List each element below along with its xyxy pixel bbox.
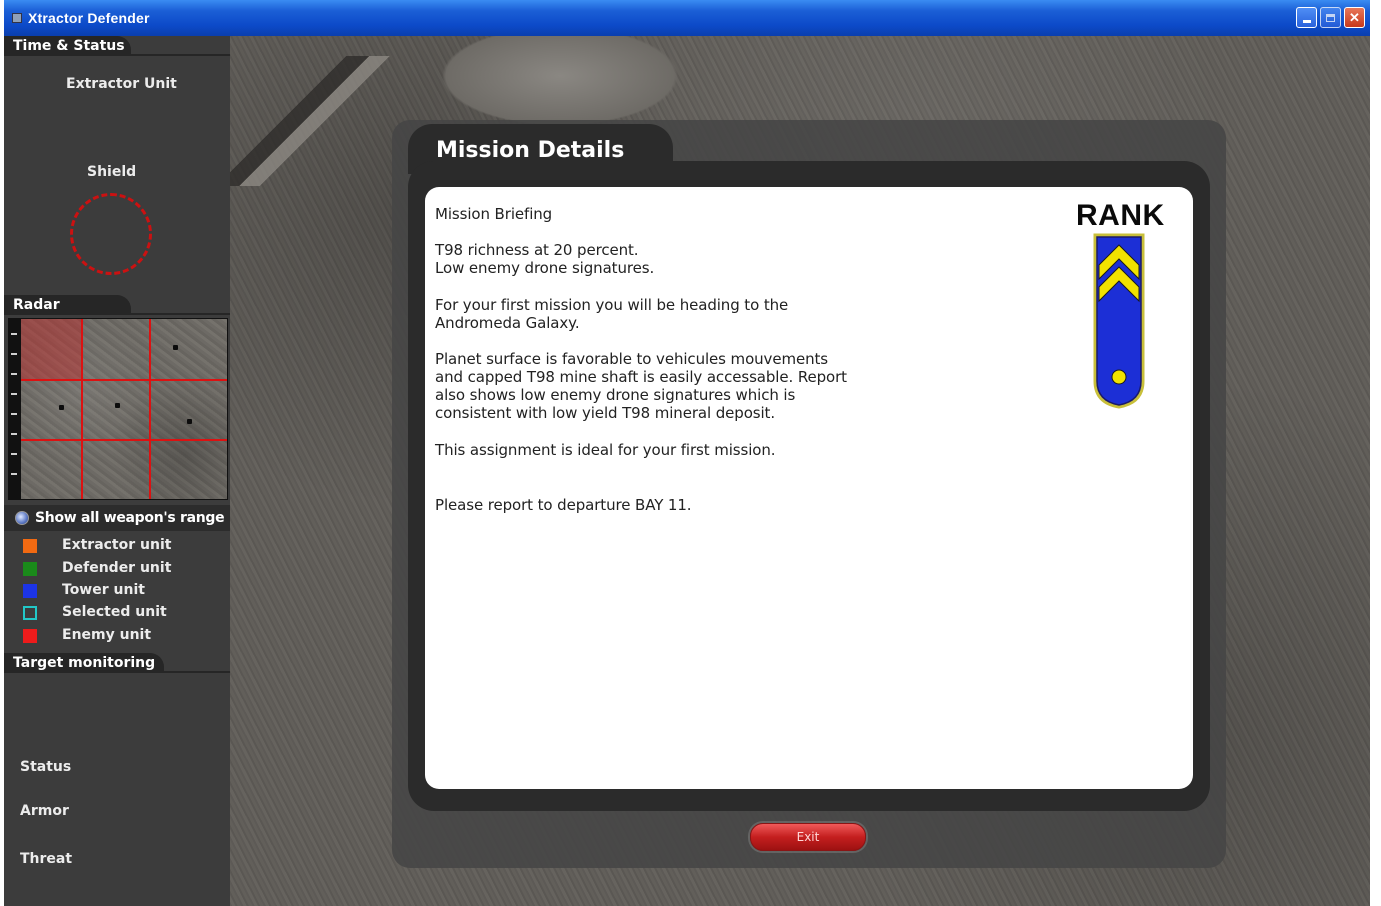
close-icon: ✕: [1349, 9, 1360, 25]
minimize-button[interactable]: [1296, 7, 1317, 28]
app-icon: [12, 13, 22, 23]
armor-label: Armor: [20, 803, 69, 819]
close-button[interactable]: ✕: [1344, 7, 1365, 28]
scale-tick: [11, 373, 17, 375]
legend-item-tower: Tower unit: [4, 580, 230, 602]
briefing-paragraph: For your first mission you will be headi…: [435, 296, 789, 332]
window-title: Xtractor Defender: [28, 10, 150, 26]
radar-blip: [173, 345, 178, 350]
briefing-heading: Mission Briefing: [435, 205, 553, 223]
threat-label: Threat: [20, 851, 73, 867]
scale-tick: [11, 413, 17, 415]
radar-minimap[interactable]: [21, 319, 227, 499]
legend-item-selected: Selected unit: [4, 602, 230, 624]
radar-blip: [115, 403, 120, 408]
briefing-paragraph: T98 richness at 20 percent. Low enemy dr…: [435, 241, 655, 277]
legend-item-extractor: Extractor unit: [4, 535, 230, 557]
extractor-unit-label: Extractor Unit: [66, 76, 177, 92]
target-monitoring-heading: Target monitoring: [4, 653, 164, 673]
weapon-range-toggle[interactable]: Show all weapon's range: [4, 505, 230, 531]
radar-blip: [187, 419, 192, 424]
radio-button-icon[interactable]: [15, 511, 29, 525]
briefing-paragraph: Please report to departure BAY 11.: [435, 496, 692, 514]
rank-chevron-badge-icon: [1093, 233, 1145, 409]
radar-grid-line: [21, 439, 227, 441]
scale-tick: [11, 353, 17, 355]
app-window: Xtractor Defender ✕ Time & Status Extrac…: [4, 0, 1370, 906]
mission-briefing-box: Mission Briefing T98 richness at 20 perc…: [425, 187, 1193, 789]
scale-tick: [11, 333, 17, 335]
legend-label: Defender unit: [62, 560, 172, 576]
radar-heading: Radar: [4, 295, 131, 315]
maximize-icon: [1326, 13, 1335, 22]
legend-label: Extractor unit: [62, 537, 172, 553]
legend-label: Selected unit: [62, 604, 167, 620]
briefing-paragraph: Planet surface is favorable to vehicules…: [435, 350, 847, 422]
radar-grid-line: [149, 319, 151, 499]
extractor-swatch: [23, 539, 37, 553]
tower-swatch: [23, 584, 37, 598]
mission-dialog-title: Mission Details: [436, 138, 625, 163]
sidebar: Time & Status Extractor Unit Shield Rada…: [4, 36, 230, 906]
scale-tick: [11, 473, 17, 475]
scale-tick: [11, 393, 17, 395]
weapon-range-label: Show all weapon's range: [35, 510, 225, 526]
radar-grid-line: [21, 379, 227, 381]
rank-label: RANK: [1076, 199, 1165, 232]
maximize-button[interactable]: [1320, 7, 1341, 28]
scale-tick: [11, 433, 17, 435]
section-divider: [4, 54, 230, 56]
radar-zoom-scale[interactable]: [9, 319, 21, 499]
minimize-icon: [1302, 20, 1311, 23]
radar-grid-line: [81, 319, 83, 499]
defender-swatch: [23, 562, 37, 576]
radar-viewport-highlight: [21, 319, 81, 379]
title-bar[interactable]: Xtractor Defender ✕: [4, 0, 1370, 36]
legend-label: Enemy unit: [62, 627, 152, 643]
scale-tick: [11, 453, 17, 455]
enemy-swatch: [23, 629, 37, 643]
status-label: Status: [20, 759, 72, 775]
section-divider: [4, 671, 230, 673]
selected-swatch: [23, 606, 37, 620]
terrain-crack: [230, 56, 390, 186]
time-status-heading: Time & Status: [4, 36, 131, 56]
legend-item-defender: Defender unit: [4, 558, 230, 580]
shield-indicator-ring: [70, 193, 152, 275]
legend-item-enemy: Enemy unit: [4, 625, 230, 647]
game-viewport[interactable]: Mission Details Mission Briefing T98 ric…: [230, 36, 1370, 906]
radar-panel[interactable]: [8, 318, 228, 500]
shield-label: Shield: [87, 164, 137, 180]
radar-blip: [59, 405, 64, 410]
briefing-paragraph: This assignment is ideal for your first …: [435, 441, 776, 459]
section-divider: [4, 313, 230, 315]
exit-button[interactable]: Exit: [750, 823, 866, 851]
legend-label: Tower unit: [62, 582, 145, 598]
